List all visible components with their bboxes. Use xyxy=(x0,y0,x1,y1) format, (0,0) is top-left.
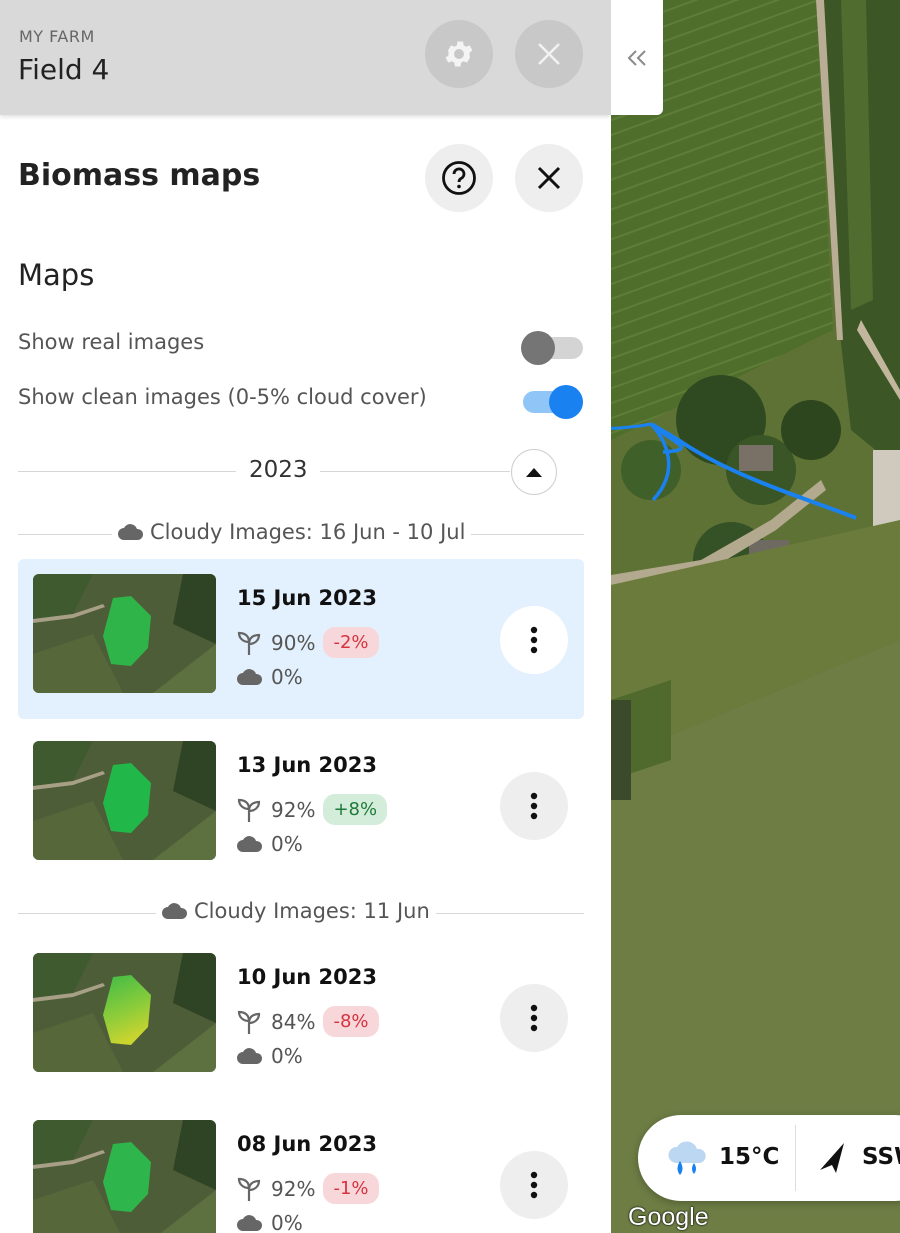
close-field-button[interactable] xyxy=(515,20,583,88)
cloudy-images-header: Cloudy Images: 16 Jun - 10 Jul xyxy=(112,520,472,544)
field-thumbnail xyxy=(33,741,216,860)
biomass-row: 90% -2% xyxy=(237,627,379,658)
field-header: MY FARM Field 4 xyxy=(0,0,611,115)
more-vertical-icon xyxy=(530,1004,538,1032)
biomass-row: 92% -1% xyxy=(237,1173,379,1204)
sprout-icon xyxy=(237,1010,261,1034)
image-date: 08 Jun 2023 xyxy=(237,1132,378,1156)
image-card[interactable]: 08 Jun 2023 92% -1% 0% xyxy=(18,1105,584,1233)
gear-icon xyxy=(445,41,473,67)
map-imagery xyxy=(611,0,900,1233)
image-menu-button[interactable] xyxy=(500,1151,568,1219)
show-real-images-label: Show real images xyxy=(18,330,205,354)
rain-cloud-icon xyxy=(668,1141,706,1175)
sprout-icon xyxy=(237,1177,261,1201)
show-clean-images-toggle[interactable] xyxy=(521,381,583,419)
biomass-change-badge: -1% xyxy=(323,1173,379,1204)
biomass-value: 90% xyxy=(271,630,316,655)
cloud-cover-value: 0% xyxy=(271,832,303,856)
caret-up-icon xyxy=(526,468,542,477)
image-date: 15 Jun 2023 xyxy=(237,586,378,610)
panel-title: Biomass maps xyxy=(18,158,261,193)
biomass-panel: MY FARM Field 4 Biomass maps Maps Show r… xyxy=(0,0,611,1233)
toggle-knob xyxy=(521,331,555,365)
more-vertical-icon xyxy=(530,626,538,654)
weather-widget[interactable]: 15°C SSW xyxy=(638,1115,900,1201)
divider xyxy=(795,1125,796,1191)
cloud-cover-value: 0% xyxy=(271,665,303,689)
field-title: Field 4 xyxy=(18,53,110,86)
biomass-change-badge: -2% xyxy=(323,627,379,658)
close-icon xyxy=(538,43,560,65)
biomass-value: 84% xyxy=(271,1009,316,1034)
cloud-icon xyxy=(237,669,263,685)
close-panel-button[interactable] xyxy=(515,144,583,212)
image-card[interactable]: 10 Jun 2023 84% -8% 0% xyxy=(18,938,584,1098)
image-date: 10 Jun 2023 xyxy=(237,965,378,989)
cloud-icon xyxy=(162,903,188,919)
collapse-year-button[interactable] xyxy=(511,449,557,495)
cloud-cover-row: 0% xyxy=(237,832,303,856)
wind-direction: SSW xyxy=(862,1144,900,1170)
close-icon xyxy=(537,166,561,190)
show-clean-images-label: Show clean images (0-5% cloud cover) xyxy=(18,385,427,409)
field-thumbnail xyxy=(33,574,216,693)
maps-section-title: Maps xyxy=(18,258,95,292)
cloudy-images-header-text: Cloudy Images: 11 Jun xyxy=(194,899,430,923)
double-chevron-left-icon xyxy=(627,49,646,66)
settings-button[interactable] xyxy=(425,20,493,88)
cloud-icon xyxy=(237,836,263,852)
image-date: 13 Jun 2023 xyxy=(237,753,378,777)
field-thumbnail xyxy=(33,1120,216,1233)
sprout-icon xyxy=(237,631,261,655)
farm-label: MY FARM xyxy=(19,27,95,46)
cloud-cover-value: 0% xyxy=(271,1211,303,1233)
wind-direction-icon xyxy=(820,1143,844,1173)
cloud-icon xyxy=(237,1215,263,1231)
help-button[interactable] xyxy=(425,144,493,212)
year-label: 2023 xyxy=(249,457,308,483)
more-vertical-icon xyxy=(530,1171,538,1199)
image-card[interactable]: 15 Jun 2023 90% -2% 0% xyxy=(18,559,584,719)
cloud-cover-row: 0% xyxy=(237,665,303,689)
sprout-icon xyxy=(237,798,261,822)
divider xyxy=(18,471,236,472)
biomass-change-badge: +8% xyxy=(323,794,388,825)
cloud-icon xyxy=(118,524,144,540)
show-real-images-toggle[interactable] xyxy=(521,327,583,365)
biomass-value: 92% xyxy=(271,797,316,822)
cloud-cover-value: 0% xyxy=(271,1044,303,1068)
cloud-cover-row: 0% xyxy=(237,1211,303,1233)
image-menu-button[interactable] xyxy=(500,772,568,840)
field-thumbnail xyxy=(33,953,216,1072)
collapse-panel-button[interactable] xyxy=(611,0,663,115)
image-card[interactable]: 13 Jun 2023 92% +8% 0% xyxy=(18,726,584,886)
divider xyxy=(320,471,510,472)
more-vertical-icon xyxy=(530,792,538,820)
biomass-change-badge: -8% xyxy=(323,1006,379,1037)
cloudy-images-header: Cloudy Images: 11 Jun xyxy=(156,899,436,923)
image-menu-button[interactable] xyxy=(500,984,568,1052)
biomass-row: 92% +8% xyxy=(237,794,388,825)
biomass-value: 92% xyxy=(271,1176,316,1201)
biomass-row: 84% -8% xyxy=(237,1006,379,1037)
google-logo: Google xyxy=(628,1203,709,1231)
cloud-cover-row: 0% xyxy=(237,1044,303,1068)
cloud-icon xyxy=(237,1048,263,1064)
temperature: 15°C xyxy=(719,1144,780,1170)
help-circle-icon xyxy=(442,161,476,195)
toggle-knob xyxy=(549,385,583,419)
cloudy-images-header-text: Cloudy Images: 16 Jun - 10 Jul xyxy=(150,520,466,544)
satellite-map[interactable] xyxy=(611,0,900,1233)
image-menu-button[interactable] xyxy=(500,606,568,674)
